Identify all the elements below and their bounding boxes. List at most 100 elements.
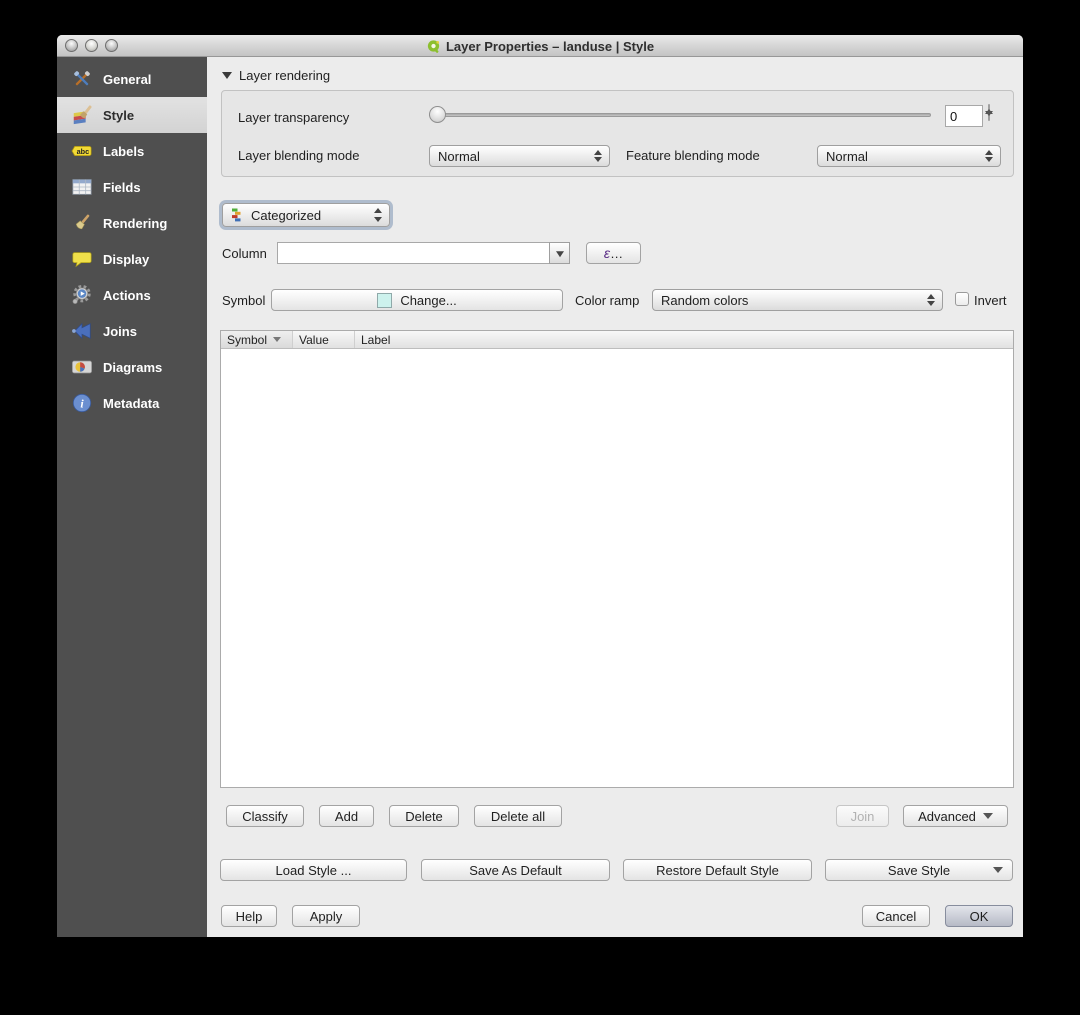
- classify-button[interactable]: Classify: [226, 805, 304, 827]
- categories-table-body[interactable]: [221, 349, 1013, 788]
- sidebar-item-label: Rendering: [103, 215, 168, 231]
- sidebar-item-label: Diagrams: [103, 359, 163, 375]
- sidebar-item-label: Joins: [103, 323, 137, 339]
- categorized-icon: [231, 208, 245, 222]
- sidebar-item-label: Labels: [103, 143, 145, 159]
- cancel-button[interactable]: Cancel: [862, 905, 930, 927]
- speech-bubble-icon: [70, 247, 94, 271]
- popup-arrows-icon: [593, 146, 602, 166]
- column-header-label: Symbol: [227, 332, 268, 347]
- restore-default-style-button[interactable]: Restore Default Style: [623, 859, 812, 881]
- gear-play-icon: [70, 283, 94, 307]
- delete-all-button[interactable]: Delete all: [474, 805, 562, 827]
- sidebar-item-metadata[interactable]: i Metadata: [57, 385, 207, 421]
- layer-rendering-header[interactable]: Layer rendering: [222, 68, 330, 83]
- sidebar-item-actions[interactable]: Actions: [57, 277, 207, 313]
- color-ramp-value: Random colors: [661, 292, 749, 308]
- sidebar-item-rendering[interactable]: Rendering: [57, 205, 207, 241]
- layer-blending-select[interactable]: Normal: [429, 145, 610, 167]
- sidebar-item-fields[interactable]: Fields: [57, 169, 207, 205]
- pie-map-icon: [70, 355, 94, 379]
- apply-button[interactable]: Apply: [292, 905, 360, 927]
- column-header-value[interactable]: Value: [293, 331, 355, 348]
- categories-table-header: Symbol Value Label: [221, 331, 1013, 349]
- column-input[interactable]: [277, 242, 549, 264]
- join-arrow-icon: [70, 319, 94, 343]
- advanced-button[interactable]: Advanced: [903, 805, 1008, 827]
- join-button: Join: [836, 805, 889, 827]
- style-tab-content: Layer rendering Layer transparency Layer…: [207, 57, 1023, 937]
- help-button[interactable]: Help: [221, 905, 277, 927]
- sidebar-item-labels[interactable]: abc Labels: [57, 133, 207, 169]
- window-title: Layer Properties – landuse | Style: [445, 38, 655, 54]
- sidebar-item-label: General: [103, 71, 152, 87]
- expression-dots: …: [610, 245, 624, 261]
- title-wrap: Layer Properties – landuse | Style: [57, 35, 1023, 57]
- info-icon: i: [70, 391, 94, 415]
- svg-text:abc: abc: [77, 147, 90, 156]
- titlebar[interactable]: Layer Properties – landuse | Style: [57, 35, 1023, 57]
- categories-table[interactable]: Symbol Value Label: [220, 330, 1014, 788]
- color-ramp-label: Color ramp: [575, 293, 640, 308]
- brush-icon: [70, 211, 94, 235]
- column-header-label: Value: [299, 332, 329, 347]
- feature-blending-label: Feature blending mode: [626, 148, 760, 163]
- transparency-stepper[interactable]: [988, 104, 990, 121]
- sidebar-item-label: Fields: [103, 179, 141, 195]
- tools-icon: [70, 67, 94, 91]
- popup-arrows-icon: [926, 290, 935, 310]
- symbol-change-label: Change...: [400, 292, 457, 308]
- add-button[interactable]: Add: [319, 805, 374, 827]
- renderer-type-select[interactable]: Categorized: [222, 203, 390, 227]
- table-icon: [70, 175, 94, 199]
- sidebar-item-diagrams[interactable]: Diagrams: [57, 349, 207, 385]
- menu-caret-icon: [982, 813, 993, 819]
- sidebar-item-general[interactable]: General: [57, 61, 207, 97]
- popup-arrows-icon: [373, 204, 382, 226]
- expression-builder-button[interactable]: ε…: [586, 242, 641, 264]
- sidebar-item-label: Metadata: [103, 395, 160, 411]
- sidebar-item-joins[interactable]: Joins: [57, 313, 207, 349]
- sidebar-item-display[interactable]: Display: [57, 241, 207, 277]
- sort-descending-icon: [273, 337, 282, 342]
- invert-checkbox[interactable]: [955, 292, 969, 306]
- sidebar-item-label: Style: [103, 107, 135, 123]
- feature-blending-value: Normal: [826, 148, 868, 164]
- layer-rendering-groupbox: Layer transparency Layer blending mode N…: [221, 90, 1014, 177]
- invert-label: Invert: [974, 293, 1007, 308]
- layer-transparency-label: Layer transparency: [238, 110, 350, 125]
- combo-dropdown-icon[interactable]: [549, 242, 570, 264]
- layer-blending-value: Normal: [438, 148, 480, 164]
- column-combobox[interactable]: [277, 242, 570, 264]
- column-header-label: Label: [361, 332, 391, 347]
- column-label: Column: [222, 246, 267, 261]
- symbol-change-button[interactable]: Change...: [271, 289, 563, 311]
- sidebar-item-style[interactable]: Style: [57, 97, 207, 133]
- sidebar-item-label: Display: [103, 251, 150, 267]
- qgis-icon: [426, 39, 441, 54]
- save-style-button[interactable]: Save Style: [825, 859, 1013, 881]
- window-body: General Style abc Labels Fields Renderin…: [57, 57, 1023, 937]
- layer-transparency-slider[interactable]: [429, 106, 931, 124]
- symbol-label: Symbol: [222, 293, 266, 308]
- load-style-button[interactable]: Load Style ...: [220, 859, 407, 881]
- abc-tag-icon: abc: [70, 139, 94, 163]
- menu-caret-icon: [993, 867, 1003, 873]
- disclosure-triangle-icon: [222, 72, 232, 79]
- ok-button[interactable]: OK: [945, 905, 1013, 927]
- column-header-label-col[interactable]: Label: [355, 331, 1013, 348]
- paint-style-icon: [70, 103, 94, 127]
- feature-blending-select[interactable]: Normal: [817, 145, 1001, 167]
- layer-rendering-title: Layer rendering: [239, 68, 331, 83]
- layer-properties-window: Layer Properties – landuse | Style Gener…: [57, 35, 1023, 937]
- color-ramp-select[interactable]: Random colors: [652, 289, 943, 311]
- slider-thumb[interactable]: [429, 106, 446, 123]
- column-header-symbol[interactable]: Symbol: [221, 331, 293, 348]
- sidebar-item-label: Actions: [103, 287, 151, 303]
- renderer-type-value: Categorized: [251, 207, 322, 223]
- save-as-default-button[interactable]: Save As Default: [421, 859, 610, 881]
- slider-track[interactable]: [429, 113, 931, 117]
- transparency-value-field[interactable]: [945, 105, 983, 127]
- sidebar: General Style abc Labels Fields Renderin…: [57, 57, 207, 937]
- delete-button[interactable]: Delete: [389, 805, 459, 827]
